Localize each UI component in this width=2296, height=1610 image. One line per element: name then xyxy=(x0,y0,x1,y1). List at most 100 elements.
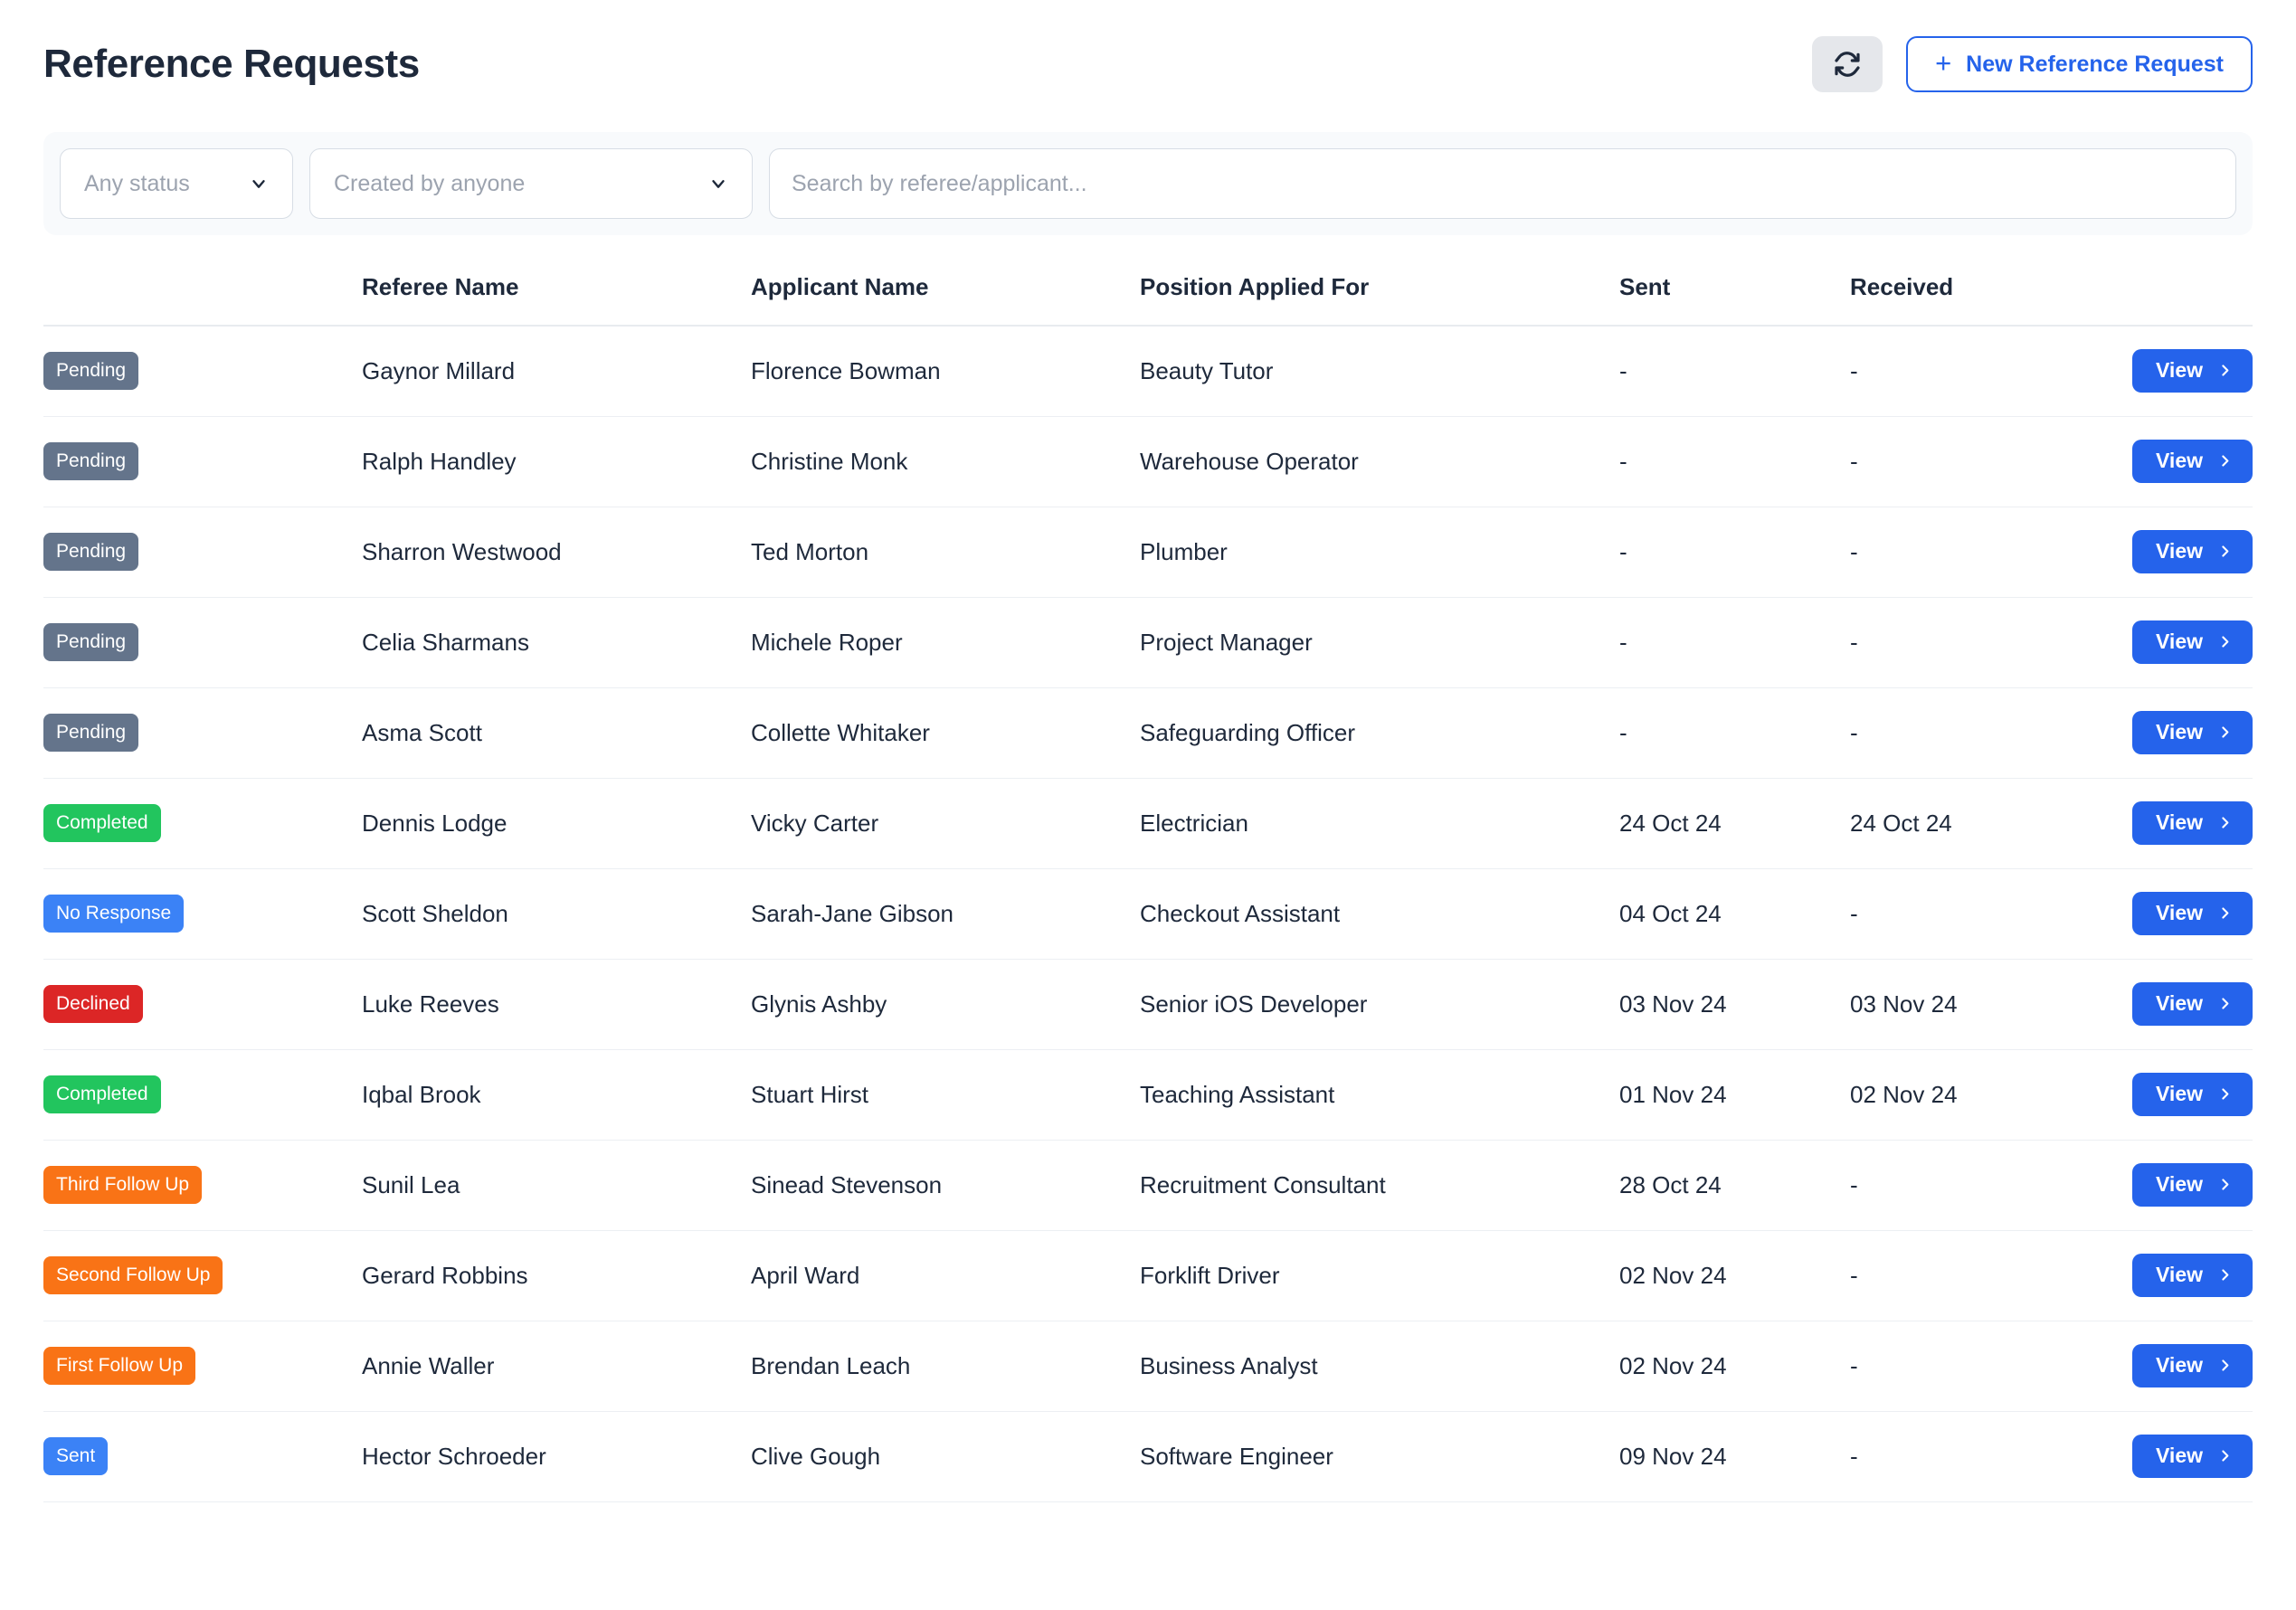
status-badge: Declined xyxy=(43,985,143,1023)
table-row: Sent Hector Schroeder Clive Gough Software … xyxy=(43,1411,2253,1502)
refresh-icon xyxy=(1833,50,1862,79)
view-button-label: View xyxy=(2156,1263,2203,1286)
cell-position: Project Manager xyxy=(1140,597,1619,688)
cell-received: - xyxy=(1850,1411,2121,1502)
page-title: Reference Requests xyxy=(43,41,420,86)
cell-sent: 28 Oct 24 xyxy=(1619,1140,1850,1231)
cell-status: Declined xyxy=(43,959,362,1050)
view-button[interactable]: View xyxy=(2132,1073,2253,1116)
view-button[interactable]: View xyxy=(2132,349,2253,393)
search-input[interactable] xyxy=(792,170,2214,197)
cell-position: Beauty Tutor xyxy=(1140,326,1619,417)
table-row: Pending Sharron Westwood Ted Morton Plumber… xyxy=(43,507,2253,598)
cell-action: View xyxy=(2121,687,2253,779)
cell-position: Forklift Driver xyxy=(1140,1230,1619,1321)
cell-referee-name: Sharron Westwood xyxy=(362,507,751,598)
view-button[interactable]: View xyxy=(2132,892,2253,935)
table-row: Second Follow Up Gerard Robbins April Ward… xyxy=(43,1230,2253,1321)
status-filter-value: Any status xyxy=(84,170,190,196)
cell-applicant-name: Glynis Ashby xyxy=(751,959,1140,1050)
table-row: Completed Iqbal Brook Stuart Hirst Teaching… xyxy=(43,1049,2253,1141)
view-button[interactable]: View xyxy=(2132,620,2253,664)
status-filter-select[interactable]: Any status xyxy=(60,148,293,219)
view-button[interactable]: View xyxy=(2132,530,2253,573)
creator-filter-select[interactable]: Created by anyone xyxy=(309,148,753,219)
cell-status: Third Follow Up xyxy=(43,1140,362,1231)
new-reference-request-button[interactable]: + New Reference Request xyxy=(1906,36,2253,92)
column-header-referee-name: Referee Name xyxy=(362,273,751,327)
cell-position: Software Engineer xyxy=(1140,1411,1619,1502)
cell-position: Safeguarding Officer xyxy=(1140,687,1619,779)
reference-requests-table: Referee Name Applicant Name Position App… xyxy=(43,273,2253,1502)
cell-applicant-name: Sinead Stevenson xyxy=(751,1140,1140,1231)
chevron-right-icon xyxy=(2217,634,2233,649)
cell-referee-name: Gerard Robbins xyxy=(362,1230,751,1321)
status-badge: Pending xyxy=(43,533,139,571)
cell-status: Pending xyxy=(43,326,362,417)
status-badge: Pending xyxy=(43,442,139,480)
cell-position: Plumber xyxy=(1140,507,1619,598)
chevron-right-icon xyxy=(2217,1177,2233,1192)
cell-status: Completed xyxy=(43,778,362,869)
cell-received: - xyxy=(1850,687,2121,779)
chevron-down-icon xyxy=(249,174,269,194)
table-header-row: Referee Name Applicant Name Position App… xyxy=(43,273,2253,327)
chevron-down-icon xyxy=(708,174,728,194)
cell-sent: - xyxy=(1619,597,1850,688)
table-body: Pending Gaynor Millard Florence Bowman Beau… xyxy=(43,326,2253,1502)
table-row: Third Follow Up Sunil Lea Sinead Stevenson… xyxy=(43,1140,2253,1231)
cell-status: Pending xyxy=(43,687,362,779)
view-button[interactable]: View xyxy=(2132,982,2253,1026)
cell-applicant-name: Sarah-Jane Gibson xyxy=(751,868,1140,960)
column-header-sent: Sent xyxy=(1619,273,1850,327)
cell-action: View xyxy=(2121,868,2253,960)
cell-referee-name: Annie Waller xyxy=(362,1321,751,1412)
cell-sent: 09 Nov 24 xyxy=(1619,1411,1850,1502)
view-button[interactable]: View xyxy=(2132,1435,2253,1478)
view-button[interactable]: View xyxy=(2132,801,2253,845)
view-button[interactable]: View xyxy=(2132,1254,2253,1297)
cell-status: First Follow Up xyxy=(43,1321,362,1412)
cell-applicant-name: Clive Gough xyxy=(751,1411,1140,1502)
table-row: Pending Gaynor Millard Florence Bowman Beau… xyxy=(43,326,2253,417)
view-button-label: View xyxy=(2156,1082,2203,1105)
cell-received: 02 Nov 24 xyxy=(1850,1049,2121,1141)
cell-applicant-name: April Ward xyxy=(751,1230,1140,1321)
cell-position: Electrician xyxy=(1140,778,1619,869)
cell-action: View xyxy=(2121,1321,2253,1412)
cell-sent: 02 Nov 24 xyxy=(1619,1230,1850,1321)
cell-received: - xyxy=(1850,1321,2121,1412)
cell-action: View xyxy=(2121,1049,2253,1141)
view-button[interactable]: View xyxy=(2132,440,2253,483)
cell-received: 03 Nov 24 xyxy=(1850,959,2121,1050)
cell-referee-name: Dennis Lodge xyxy=(362,778,751,869)
cell-referee-name: Asma Scott xyxy=(362,687,751,779)
table-row: Pending Celia Sharmans Michele Roper Projec… xyxy=(43,597,2253,688)
status-badge: Sent xyxy=(43,1437,109,1475)
cell-action: View xyxy=(2121,1140,2253,1231)
cell-applicant-name: Collette Whitaker xyxy=(751,687,1140,779)
chevron-right-icon xyxy=(2217,363,2233,378)
cell-received: - xyxy=(1850,416,2121,507)
cell-referee-name: Iqbal Brook xyxy=(362,1049,751,1141)
view-button-label: View xyxy=(2156,358,2203,383)
view-button[interactable]: View xyxy=(2132,711,2253,754)
column-header-applicant-name: Applicant Name xyxy=(751,273,1140,327)
status-badge: Pending xyxy=(43,623,139,661)
status-badge: Pending xyxy=(43,714,139,752)
chevron-right-icon xyxy=(2217,1086,2233,1102)
cell-action: View xyxy=(2121,416,2253,507)
view-button[interactable]: View xyxy=(2132,1344,2253,1387)
cell-action: View xyxy=(2121,1411,2253,1502)
view-button-label: View xyxy=(2156,720,2203,743)
table-row: Pending Ralph Handley Christine Monk Wareho… xyxy=(43,416,2253,507)
cell-sent: 04 Oct 24 xyxy=(1619,868,1850,960)
cell-status: No Response xyxy=(43,868,362,960)
refresh-button[interactable] xyxy=(1812,36,1883,92)
cell-position: Business Analyst xyxy=(1140,1321,1619,1412)
cell-sent: 02 Nov 24 xyxy=(1619,1321,1850,1412)
search-field-wrapper[interactable] xyxy=(769,148,2236,219)
table-row: Declined Luke Reeves Glynis Ashby Senior iO… xyxy=(43,959,2253,1050)
table-header: Referee Name Applicant Name Position App… xyxy=(43,273,2253,327)
view-button[interactable]: View xyxy=(2132,1163,2253,1207)
